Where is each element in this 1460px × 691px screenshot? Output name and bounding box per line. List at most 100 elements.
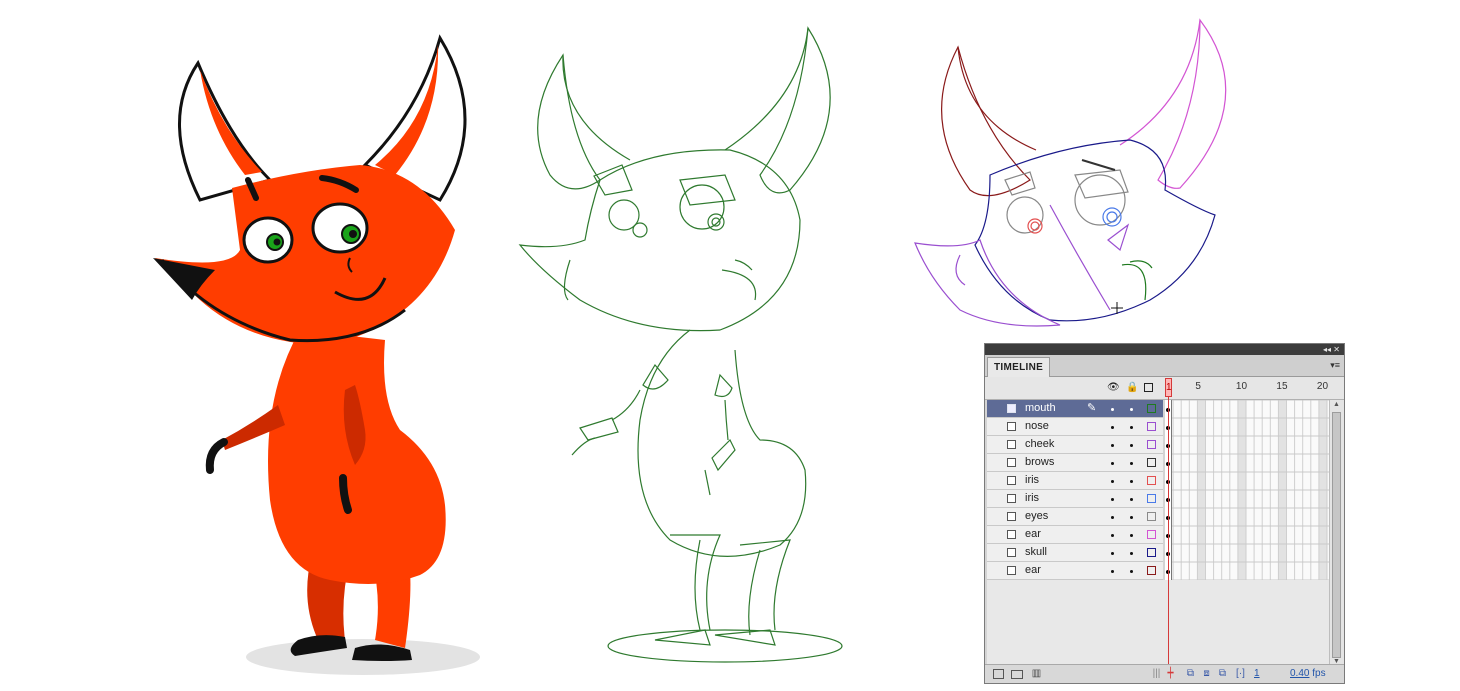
layer-name[interactable]: skull [1025,546,1047,558]
visibility-toggle[interactable] [1111,534,1114,537]
visibility-toggle[interactable] [1111,498,1114,501]
back-hand [205,438,228,474]
edit-multiple-frames-icon[interactable]: ⧉ [1217,668,1228,679]
layer-type-icon [1007,530,1016,539]
layer-list: mouth ✎ nose cheek brows iris iris eyes ear skull… [987,400,1163,580]
layer-name[interactable]: eyes [1025,510,1048,522]
lock-toggle[interactable] [1130,444,1133,447]
layer-name[interactable]: iris [1025,474,1039,486]
right-pupil [349,230,357,238]
outline-character [518,26,843,663]
frame-number: 10 [1235,381,1248,392]
lock-toggle[interactable] [1130,552,1133,555]
visibility-toggle[interactable] [1111,480,1114,483]
new-layer-icon[interactable] [993,669,1004,679]
vertical-scrollbar[interactable]: ▲ ▼ [1329,400,1344,666]
layer-type-icon [1007,494,1016,503]
layer-row[interactable]: skull [987,544,1163,562]
outline-color-swatch[interactable] [1147,530,1156,539]
lock-icon[interactable]: 🔒 [1126,382,1138,394]
left-pupil [273,238,281,246]
outline-color-swatch[interactable] [1147,422,1156,431]
center-frame-icon[interactable]: ┿ [1165,668,1176,679]
lock-toggle[interactable] [1130,462,1133,465]
layer-type-icon [1007,404,1016,413]
collapse-icon[interactable]: ◂◂ [1323,345,1331,354]
playhead-line [1168,397,1169,677]
visibility-toggle[interactable] [1111,552,1114,555]
outline-color-swatch[interactable] [1147,458,1156,467]
layer-outlines [914,18,1227,327]
layer-name[interactable]: cheek [1025,438,1054,450]
visibility-toggle[interactable] [1111,444,1114,447]
onion-outlines-icon[interactable]: ⧈ [1201,668,1212,679]
layer-name[interactable]: mouth [1025,402,1056,414]
lock-toggle[interactable] [1130,426,1133,429]
frame-number: 20 [1316,381,1329,392]
eye-icon[interactable]: 👁 [1107,382,1120,394]
layer-row[interactable]: eyes [987,508,1163,526]
layer-name[interactable]: brows [1025,456,1054,468]
outline-color-swatch[interactable] [1147,476,1156,485]
layer-row[interactable]: brows [987,454,1163,472]
frames-grid[interactable] [1165,400,1329,580]
panel-title-bar: ◂◂ ✕ [985,344,1344,355]
layer-type-icon [1007,458,1016,467]
colored-character [153,34,480,675]
current-frame[interactable]: 1 [1254,668,1260,679]
close-icon[interactable]: ✕ [1333,345,1340,354]
visibility-toggle[interactable] [1111,570,1114,573]
timeline-panel: ◂◂ ✕ TIMELINE ▾≡ 👁 🔒 15101520 1 mouth✎no… [984,343,1345,684]
layer-row[interactable]: nose [987,418,1163,436]
layer-type-icon [1007,476,1016,485]
frame-rate-value[interactable]: 0.40 [1290,668,1309,679]
frame-rate[interactable]: 0.40 fps [1290,668,1326,679]
layer-row[interactable]: ear [987,562,1163,580]
layer-name[interactable]: nose [1025,420,1049,432]
onion-skin-icon[interactable]: ⧉ [1185,668,1196,679]
outline-color-swatch[interactable] [1147,404,1156,413]
layer-row[interactable]: iris [987,472,1163,490]
outline-color-swatch[interactable] [1147,566,1156,575]
new-folder-icon[interactable] [1011,670,1023,679]
layer-type-icon [1007,422,1016,431]
tab-row: TIMELINE ▾≡ [985,355,1344,377]
lock-toggle[interactable] [1130,408,1133,411]
layer-name[interactable]: iris [1025,492,1039,504]
lock-toggle[interactable] [1130,480,1133,483]
outline-icon[interactable] [1144,383,1153,392]
layer-row[interactable]: iris [987,490,1163,508]
layer-row[interactable]: cheek [987,436,1163,454]
layer-row[interactable]: mouth ✎ [987,400,1163,418]
visibility-toggle[interactable] [1111,516,1114,519]
lock-toggle[interactable] [1130,516,1133,519]
lock-toggle[interactable] [1130,498,1133,501]
fps-label: fps [1312,668,1326,679]
visibility-toggle[interactable] [1111,426,1114,429]
outline-color-swatch[interactable] [1147,512,1156,521]
layer-name[interactable]: ear [1025,564,1041,576]
visibility-toggle[interactable] [1111,408,1114,411]
modify-markers-icon[interactable]: [·] [1235,668,1246,679]
playhead[interactable]: 1 [1165,378,1172,397]
layer-name[interactable]: ear [1025,528,1041,540]
panel-menu-icon[interactable]: ▾≡ [1330,360,1340,371]
outline-color-swatch[interactable] [1147,440,1156,449]
layer-type-icon [1007,548,1016,557]
pencil-icon: ✎ [1087,402,1097,414]
outline-color-swatch[interactable] [1147,548,1156,557]
scroll-separator-icon: ||| [1152,668,1161,679]
scroll-up-icon[interactable]: ▲ [1333,401,1340,408]
delete-layer-icon[interactable]: ▥ [1031,668,1042,679]
tab-timeline[interactable]: TIMELINE [987,357,1051,377]
scroll-thumb[interactable] [1332,412,1341,658]
frames-grid-lines [1165,400,1329,580]
frame-number: 15 [1276,381,1288,392]
lock-toggle[interactable] [1130,570,1133,573]
lock-toggle[interactable] [1130,534,1133,537]
outline-color-swatch[interactable] [1147,494,1156,503]
layer-empty-area [987,580,1329,666]
layer-type-icon [1007,512,1016,521]
layer-row[interactable]: ear [987,526,1163,544]
visibility-toggle[interactable] [1111,462,1114,465]
